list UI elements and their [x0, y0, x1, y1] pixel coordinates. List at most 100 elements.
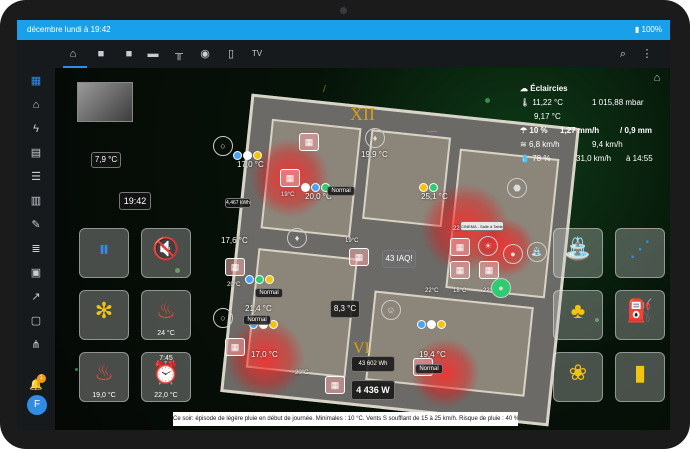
wind-gust: 9,4 km/h	[592, 140, 623, 149]
sidebar-list-icon[interactable]: ☰	[26, 168, 46, 186]
sidebar-flash-icon[interactable]: ϟ	[26, 120, 46, 138]
setpoint: 20°C	[227, 282, 241, 288]
pause-tile[interactable]: ⏸	[79, 228, 129, 278]
tab-tv-icon[interactable]: TV	[247, 44, 267, 64]
weather-temp-row: 🌡 11,22 °C 1 015,88 mbar	[520, 96, 666, 110]
tab-square2-icon[interactable]: ■	[119, 44, 139, 64]
screen: décembre lundi à 19:42 ▮ 100% ☰ ⌂ ■ ■ ▬ …	[17, 20, 670, 430]
sidebar-home-icon[interactable]: ⌂	[26, 96, 46, 114]
heater-icon[interactable]: ▦	[349, 248, 369, 266]
shutter-icon[interactable]: ⬣	[507, 178, 527, 198]
mode-normal[interactable]: Normal	[243, 315, 271, 325]
power-now: 4 436 W	[351, 380, 395, 400]
tab-bed-icon[interactable]: ▬	[143, 44, 163, 64]
heater-tile[interactable]: ♨ 19,0 °C	[79, 352, 129, 402]
heater-icon[interactable]: ▦	[280, 169, 300, 187]
sensor-dot	[245, 275, 254, 284]
tab-home-icon[interactable]: ⌂	[63, 44, 83, 64]
clock-mark: ―	[427, 126, 437, 137]
tab-eye-icon[interactable]: ◉	[195, 44, 215, 64]
sensor-dot	[419, 183, 428, 192]
humidity: 78 %	[532, 154, 551, 163]
heater-icon[interactable]: ▦	[299, 133, 319, 151]
plant-tile[interactable]: ❀	[553, 352, 603, 402]
outside-temp-plan: 8,3 °C	[330, 300, 360, 318]
sensor-dot	[265, 275, 274, 284]
alarm-tile[interactable]: 7:45 ⏰ 22,0 °C	[141, 352, 191, 402]
heater-icon: ♨	[94, 360, 114, 385]
dashboard-content: 7,9 °C 19:42 XII / ― VI ▦ ▦ ▦ ▦ ▦ ▦ ▦ ▦ …	[55, 68, 670, 430]
status-time: décembre lundi à 19:42	[27, 25, 111, 34]
ring-sensor[interactable]: ○	[213, 308, 233, 328]
heater-icon[interactable]: ▦	[225, 258, 245, 276]
user-avatar[interactable]: F	[27, 395, 47, 415]
room-temp: 17,0 °C	[251, 350, 278, 359]
wind-max: 31,0 km/h	[576, 154, 612, 163]
camera-feed[interactable]	[77, 82, 133, 122]
tile-sub: 24 °C	[157, 330, 175, 337]
sidebar-dashboard-icon[interactable]: ▦	[26, 72, 46, 90]
sprinkler-tile[interactable]: ⋰	[615, 228, 665, 278]
heater-icon[interactable]: ▦	[479, 261, 499, 279]
home-corner-icon[interactable]: ⌂	[647, 68, 667, 88]
watering-tile[interactable]: ⛽	[615, 290, 665, 340]
sensor-dot	[255, 275, 264, 284]
mute-tile[interactable]: 🔇	[141, 228, 191, 278]
mode-normal[interactable]: Normal	[415, 364, 443, 374]
weather-condition-row: ☁ Éclaircies	[520, 82, 666, 96]
battery-level: ▮ 100%	[634, 25, 662, 34]
sidebar-checklist-icon[interactable]: ≣	[26, 240, 46, 258]
heater-icon[interactable]: ▦	[225, 338, 245, 356]
bulb-icon[interactable]: ♦	[287, 228, 307, 248]
mode-normal[interactable]: Normal	[255, 288, 283, 298]
ring-sensor[interactable]: ○	[213, 136, 233, 156]
sidebar-sitemap-icon[interactable]: ⋔	[26, 336, 46, 354]
weather-wind-row: ≋ 6,8 km/h 9,4 km/h	[520, 138, 666, 152]
sidebar-store-icon[interactable]: ▣	[26, 264, 46, 282]
sensor-dot	[301, 183, 310, 192]
tab-table-icon[interactable]: ╥	[169, 44, 189, 64]
heater-icon[interactable]: ▦	[450, 261, 470, 279]
sidebar-notes-icon[interactable]: ▢	[26, 312, 46, 330]
mode-normal[interactable]: Normal	[327, 186, 355, 196]
green-status-icon[interactable]: ●	[491, 278, 511, 298]
heater-icon[interactable]: ▦	[450, 238, 470, 256]
weather-condition: Éclaircies	[530, 84, 568, 93]
sidebar-message-icon[interactable]: ▤	[26, 144, 46, 162]
room-temp: 21,4 °C	[245, 304, 272, 313]
sidebar-wrench-icon[interactable]: ✎	[26, 216, 46, 234]
rain-pct: 10 %	[529, 126, 548, 135]
plant-icon: ❀	[568, 360, 588, 385]
weather-humidity-row: 💧 78 % 31,0 km/h à 14:55	[520, 152, 666, 166]
search-icon[interactable]: ⌕	[613, 44, 633, 64]
bulb-icon[interactable]: ♦	[365, 128, 385, 148]
fan-tile[interactable]: ✻	[79, 290, 129, 340]
sidebar-chart-line-icon[interactable]: ↗	[26, 288, 46, 306]
radiator-tile[interactable]: ♨ 24 °C	[141, 290, 191, 340]
status-icon[interactable]: ●	[503, 244, 523, 264]
fountain-tile[interactable]: ⛲	[553, 228, 603, 278]
tab-square-icon[interactable]: ■	[91, 44, 111, 64]
heater-icon[interactable]: ▦	[325, 376, 345, 394]
sensor-dot	[437, 320, 446, 329]
sensor-dot	[417, 320, 426, 329]
person-icon[interactable]: ☺	[381, 300, 401, 320]
cloud-sun-icon: ☁	[520, 84, 528, 93]
room-temp: 19,4 °C	[419, 350, 446, 359]
temp-min: 9,17 °C	[534, 112, 561, 121]
weather-rain-row: ☂ 10 % 1,27 mm/h / 0,9 mm	[520, 124, 666, 138]
mute-icon: 🔇	[152, 236, 180, 261]
pressure: 1 015,88 mbar	[592, 98, 644, 107]
setpoint: 18°C	[453, 288, 467, 294]
temp-now: 11,22 °C	[532, 98, 564, 107]
fountain-icon[interactable]: ⛲	[527, 242, 547, 262]
light-icon[interactable]: ☀	[478, 236, 498, 256]
bottle-tile[interactable]: ▮	[615, 352, 665, 402]
pause-icon: ⏸	[98, 236, 110, 261]
tab-phone-icon[interactable]: ▯	[221, 44, 241, 64]
tv-scene-label[interactable]: CINEMA - Salle à Table	[460, 221, 504, 231]
sidebar-chart-icon[interactable]: ▥	[26, 192, 46, 210]
lamp-tile[interactable]: ♣	[553, 290, 603, 340]
more-vert-icon[interactable]: ⋮	[637, 44, 657, 64]
tile-sub: 19,0 °C	[92, 392, 116, 399]
